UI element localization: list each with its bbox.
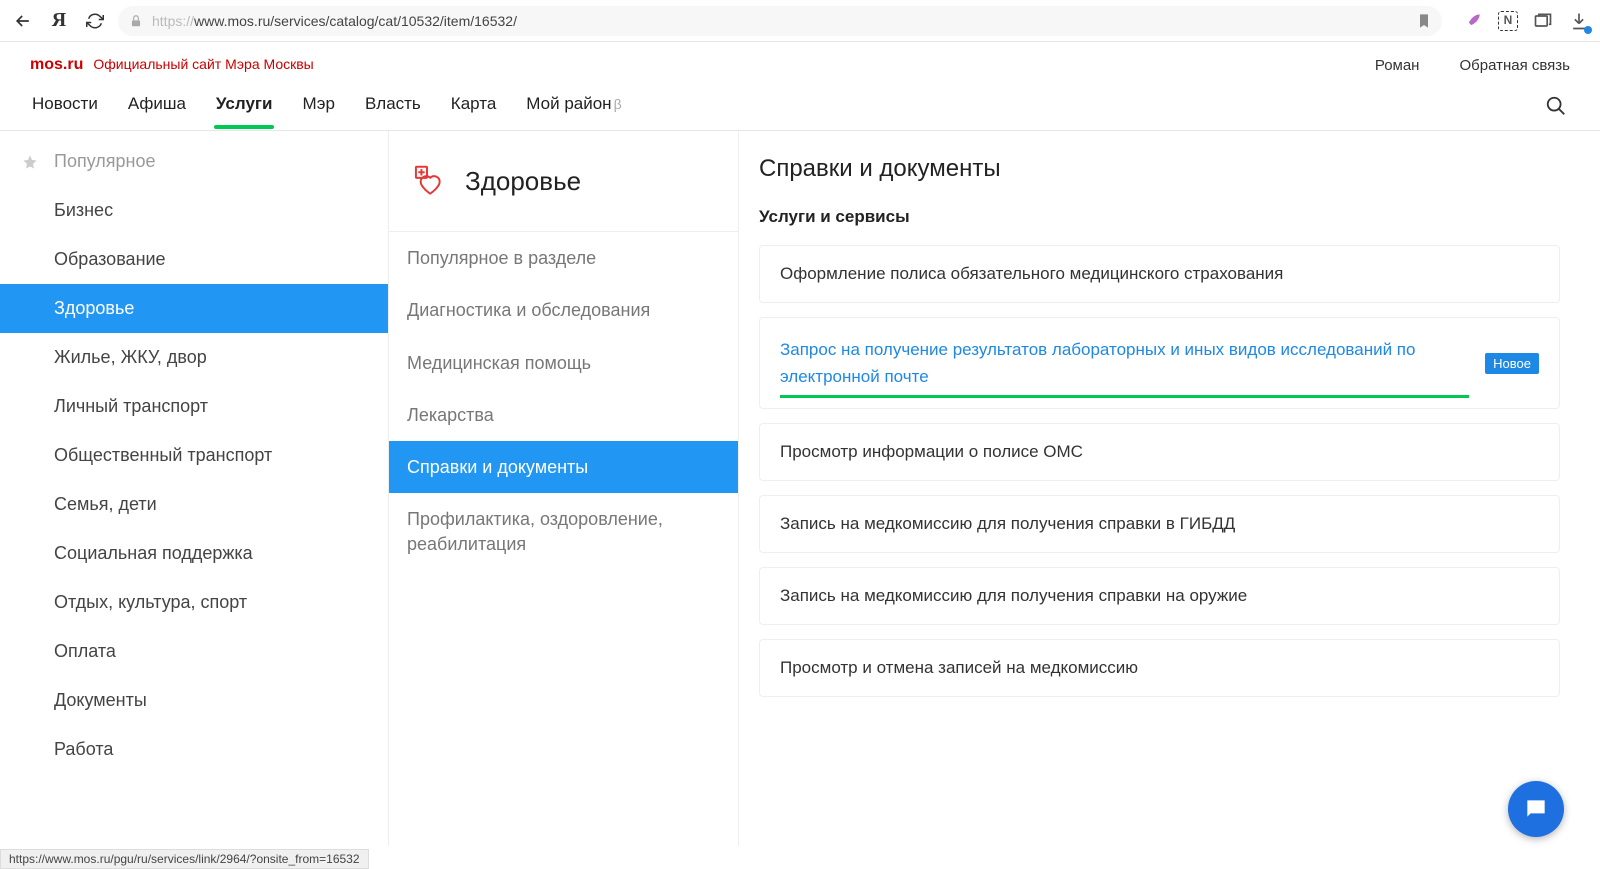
sidebar-item-social[interactable]: Социальная поддержка <box>0 529 388 578</box>
brand[interactable]: mos.ru Официальный сайт Мэра Москвы <box>30 56 314 74</box>
sidebar-item-label: Общественный транспорт <box>54 445 272 466</box>
site-header: mos.ru Официальный сайт Мэра Москвы Рома… <box>0 42 1600 131</box>
tab-map[interactable]: Карта <box>449 94 499 128</box>
sidebar-item-label: Жилье, ЖКУ, двор <box>54 347 207 368</box>
browser-toolbar: Я https://www.mos.ru/services/catalog/ca… <box>0 0 1600 42</box>
subcategory-panel: Здоровье Популярное в разделе Диагностик… <box>389 131 739 846</box>
download-icon[interactable] <box>1568 10 1590 32</box>
content-heading: Справки и документы <box>759 155 1560 183</box>
feedback-link[interactable]: Обратная связь <box>1459 57 1570 74</box>
url-text: https://www.mos.ru/services/catalog/cat/… <box>152 13 517 29</box>
yandex-button[interactable]: Я <box>46 8 72 34</box>
sidebar-item-label: Отдых, культура, спорт <box>54 592 247 613</box>
services-panel: Справки и документы Услуги и сервисы Офо… <box>739 131 1600 846</box>
tab-afisha[interactable]: Афиша <box>126 94 188 128</box>
category-title: Здоровье <box>465 166 581 197</box>
reload-button[interactable] <box>82 8 108 34</box>
sidebar-item-public-transport[interactable]: Общественный транспорт <box>0 431 388 480</box>
extensions: N <box>1452 10 1590 32</box>
bookmark-icon[interactable] <box>1416 13 1432 29</box>
sidebar-item-label: Работа <box>54 739 113 760</box>
main-nav-tabs: Новости Афиша Услуги Мэр Власть Карта Мо… <box>30 94 624 128</box>
lock-icon <box>128 13 144 29</box>
service-item-cancel-appointments[interactable]: Просмотр и отмена записей на медкомиссию <box>759 639 1560 697</box>
star-icon <box>22 154 38 170</box>
new-badge: Новое <box>1485 353 1539 374</box>
subcat-diagnostics[interactable]: Диагностика и обследования <box>389 284 738 336</box>
service-label: Просмотр и отмена записей на медкомиссию <box>780 658 1138 678</box>
service-label: Запись на медкомиссию для получения спра… <box>780 586 1247 606</box>
tab-mayor[interactable]: Мэр <box>300 94 336 128</box>
search-button[interactable] <box>1542 92 1570 120</box>
sidebar-item-label: Бизнес <box>54 200 113 221</box>
service-label: Просмотр информации о полисе ОМС <box>780 442 1083 462</box>
sidebar-item-family[interactable]: Семья, дети <box>0 480 388 529</box>
content-subtitle: Услуги и сервисы <box>759 207 1560 227</box>
sidebar-item-documents[interactable]: Документы <box>0 676 388 725</box>
tab-news[interactable]: Новости <box>30 94 100 128</box>
site-tagline: Официальный сайт Мэра Москвы <box>93 56 313 72</box>
sidebar-item-label: Социальная поддержка <box>54 543 253 564</box>
sidebar-item-leisure[interactable]: Отдых, культура, спорт <box>0 578 388 627</box>
sidebar-item-label: Документы <box>54 690 147 711</box>
sidebar: Популярное Бизнес Образование Здоровье Ж… <box>0 131 389 846</box>
sidebar-item-label: Здоровье <box>54 298 134 319</box>
service-label: Оформление полиса обязательного медицинс… <box>780 264 1283 284</box>
service-item-lab-results[interactable]: Запрос на получение результатов лаборато… <box>759 317 1560 409</box>
extension-n-icon[interactable]: N <box>1498 11 1518 31</box>
subcat-prevention[interactable]: Профилактика, оздоровление, реабилитация <box>389 493 738 570</box>
sidebar-item-payment[interactable]: Оплата <box>0 627 388 676</box>
tab-authority[interactable]: Власть <box>363 94 423 128</box>
sidebar-item-label: Оплата <box>54 641 116 662</box>
service-item-oms-policy[interactable]: Оформление полиса обязательного медицинс… <box>759 245 1560 303</box>
user-name-link[interactable]: Роман <box>1375 57 1420 74</box>
sidebar-item-business[interactable]: Бизнес <box>0 186 388 235</box>
tab-district[interactable]: Мой районβ <box>524 94 623 128</box>
chat-button[interactable] <box>1508 781 1564 837</box>
site-logo: mos.ru <box>30 56 83 74</box>
health-icon <box>407 161 447 201</box>
sidebar-item-housing[interactable]: Жилье, ЖКУ, двор <box>0 333 388 382</box>
sidebar-item-label: Образование <box>54 249 166 270</box>
address-bar[interactable]: https://www.mos.ru/services/catalog/cat/… <box>118 6 1442 36</box>
subcat-certificates[interactable]: Справки и документы <box>389 441 738 493</box>
sidebar-item-education[interactable]: Образование <box>0 235 388 284</box>
feather-icon[interactable] <box>1462 10 1484 32</box>
service-item-weapon-cert[interactable]: Запись на медкомиссию для получения спра… <box>759 567 1560 625</box>
status-bar: https://www.mos.ru/pgu/ru/services/link/… <box>0 849 369 869</box>
sidebar-item-label: Популярное <box>54 151 156 172</box>
back-button[interactable] <box>10 8 36 34</box>
sidebar-item-label: Личный транспорт <box>54 396 208 417</box>
category-header: Здоровье <box>389 131 738 232</box>
sidebar-item-label: Семья, дети <box>54 494 157 515</box>
content-body: Популярное Бизнес Образование Здоровье Ж… <box>0 131 1600 846</box>
sidebar-item-work[interactable]: Работа <box>0 725 388 774</box>
sidebar-item-popular[interactable]: Популярное <box>0 137 388 186</box>
subcat-medicines[interactable]: Лекарства <box>389 389 738 441</box>
windows-icon[interactable] <box>1532 10 1554 32</box>
sidebar-item-personal-transport[interactable]: Личный транспорт <box>0 382 388 431</box>
subcat-popular[interactable]: Популярное в разделе <box>389 232 738 284</box>
service-label: Запись на медкомиссию для получения спра… <box>780 514 1235 534</box>
subcat-medical-help[interactable]: Медицинская помощь <box>389 337 738 389</box>
service-label: Запрос на получение результатов лаборато… <box>780 336 1469 390</box>
service-item-oms-info[interactable]: Просмотр информации о полисе ОМС <box>759 423 1560 481</box>
service-item-gibdd-cert[interactable]: Запись на медкомиссию для получения спра… <box>759 495 1560 553</box>
tab-services[interactable]: Услуги <box>214 94 275 128</box>
sidebar-item-health[interactable]: Здоровье <box>0 284 388 333</box>
